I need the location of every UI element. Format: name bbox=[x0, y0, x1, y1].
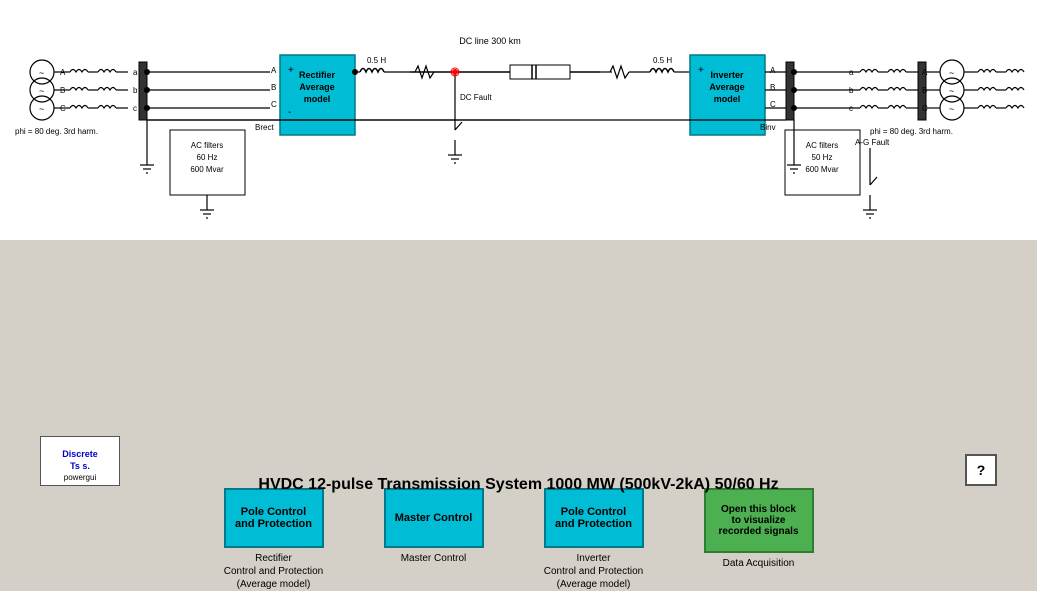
svg-text:AC filters: AC filters bbox=[191, 141, 223, 150]
svg-text:phi = 80 deg. 3rd harm.: phi = 80 deg. 3rd harm. bbox=[15, 127, 98, 136]
svg-text:a: a bbox=[849, 68, 854, 77]
svg-text:600 Mvar: 600 Mvar bbox=[805, 165, 839, 174]
svg-text:b: b bbox=[849, 86, 854, 95]
svg-text:b: b bbox=[133, 86, 138, 95]
svg-text:Brect: Brect bbox=[255, 123, 274, 132]
rectifier-pole-control-block[interactable]: Pole Control and Protection bbox=[224, 488, 324, 548]
data-acquisition-label: Data Acquisition bbox=[723, 557, 795, 570]
dc-line-label: DC line 300 km bbox=[459, 36, 521, 46]
main-container: 500kV, 60 Hz 5000 MVA equivalent 345kV, … bbox=[0, 0, 1037, 504]
svg-text:-: - bbox=[288, 107, 291, 118]
footer-title: HVDC 12-pulse Transmission System 1000 M… bbox=[258, 476, 778, 494]
svg-text:c: c bbox=[133, 104, 137, 113]
master-control-block[interactable]: Master Control bbox=[384, 488, 484, 548]
master-control-container: Master Control Master Control bbox=[384, 488, 484, 565]
bottom-area: Pole Control and Protection RectifierCon… bbox=[0, 240, 1037, 504]
svg-text:A: A bbox=[770, 66, 776, 75]
svg-text:C: C bbox=[60, 104, 66, 113]
svg-text:DC Fault: DC Fault bbox=[460, 93, 492, 102]
svg-text:AC filters: AC filters bbox=[806, 141, 838, 150]
data-acquisition-container: Open this block to visualize recorded si… bbox=[704, 488, 814, 570]
svg-text:Inverter: Inverter bbox=[710, 70, 744, 80]
svg-text:A: A bbox=[60, 68, 66, 77]
svg-text:B: B bbox=[770, 83, 775, 92]
svg-text:Binv: Binv bbox=[760, 123, 776, 132]
svg-text:~: ~ bbox=[39, 86, 44, 96]
svg-text:Average: Average bbox=[299, 82, 334, 92]
inverter-pole-control-block[interactable]: Pole Control and Protection bbox=[544, 488, 644, 548]
svg-text:C: C bbox=[271, 100, 277, 109]
svg-text:model: model bbox=[304, 94, 331, 104]
svg-text:a: a bbox=[133, 68, 138, 77]
svg-text:model: model bbox=[714, 94, 741, 104]
svg-text:0.5 H: 0.5 H bbox=[653, 56, 672, 65]
svg-text:~: ~ bbox=[39, 104, 44, 114]
svg-text:~: ~ bbox=[39, 68, 44, 78]
data-acquisition-block[interactable]: Open this block to visualize recorded si… bbox=[704, 488, 814, 553]
svg-text:0.5 H: 0.5 H bbox=[367, 56, 386, 65]
diagram-area: 500kV, 60 Hz 5000 MVA equivalent 345kV, … bbox=[0, 0, 1037, 240]
powergui-box[interactable]: Discrete Ts s. powergui bbox=[40, 436, 120, 486]
svg-text:Rectifier: Rectifier bbox=[299, 70, 336, 80]
circuit-diagram: DC line 300 km ~ ~ ~ bbox=[0, 0, 1037, 240]
control-blocks-row: Pole Control and Protection RectifierCon… bbox=[0, 488, 1037, 591]
svg-text:~: ~ bbox=[949, 104, 954, 114]
powergui-sublabel: powergui bbox=[64, 473, 96, 482]
svg-text:B: B bbox=[60, 86, 65, 95]
svg-text:A-G Fault: A-G Fault bbox=[855, 138, 890, 147]
master-control-label: Master Control bbox=[401, 552, 467, 565]
rectifier-pole-control-container: Pole Control and Protection RectifierCon… bbox=[224, 488, 324, 591]
question-button[interactable]: ? bbox=[965, 454, 997, 486]
svg-text:60 Hz: 60 Hz bbox=[197, 153, 218, 162]
inverter-pole-control-container: Pole Control and Protection InverterCont… bbox=[544, 488, 644, 591]
svg-text:~: ~ bbox=[949, 86, 954, 96]
rectifier-pole-control-label: RectifierControl and Protection(Average … bbox=[224, 552, 324, 591]
svg-text:c: c bbox=[849, 104, 853, 113]
powergui-text: Discrete Ts s. bbox=[62, 449, 98, 472]
svg-text:50 Hz: 50 Hz bbox=[812, 153, 833, 162]
svg-text:A: A bbox=[271, 66, 277, 75]
inverter-pole-control-label: InverterControl and Protection(Average m… bbox=[544, 552, 644, 591]
svg-text:~: ~ bbox=[949, 68, 954, 78]
svg-text:phi = 80 deg. 3rd harm.: phi = 80 deg. 3rd harm. bbox=[870, 127, 953, 136]
svg-text:B: B bbox=[271, 83, 276, 92]
svg-text:Average: Average bbox=[709, 82, 744, 92]
footer-area: HVDC 12-pulse Transmission System 1000 M… bbox=[0, 476, 1037, 494]
svg-text:600 Mvar: 600 Mvar bbox=[190, 165, 224, 174]
svg-text:+: + bbox=[288, 65, 294, 76]
svg-text:+: + bbox=[698, 65, 704, 76]
